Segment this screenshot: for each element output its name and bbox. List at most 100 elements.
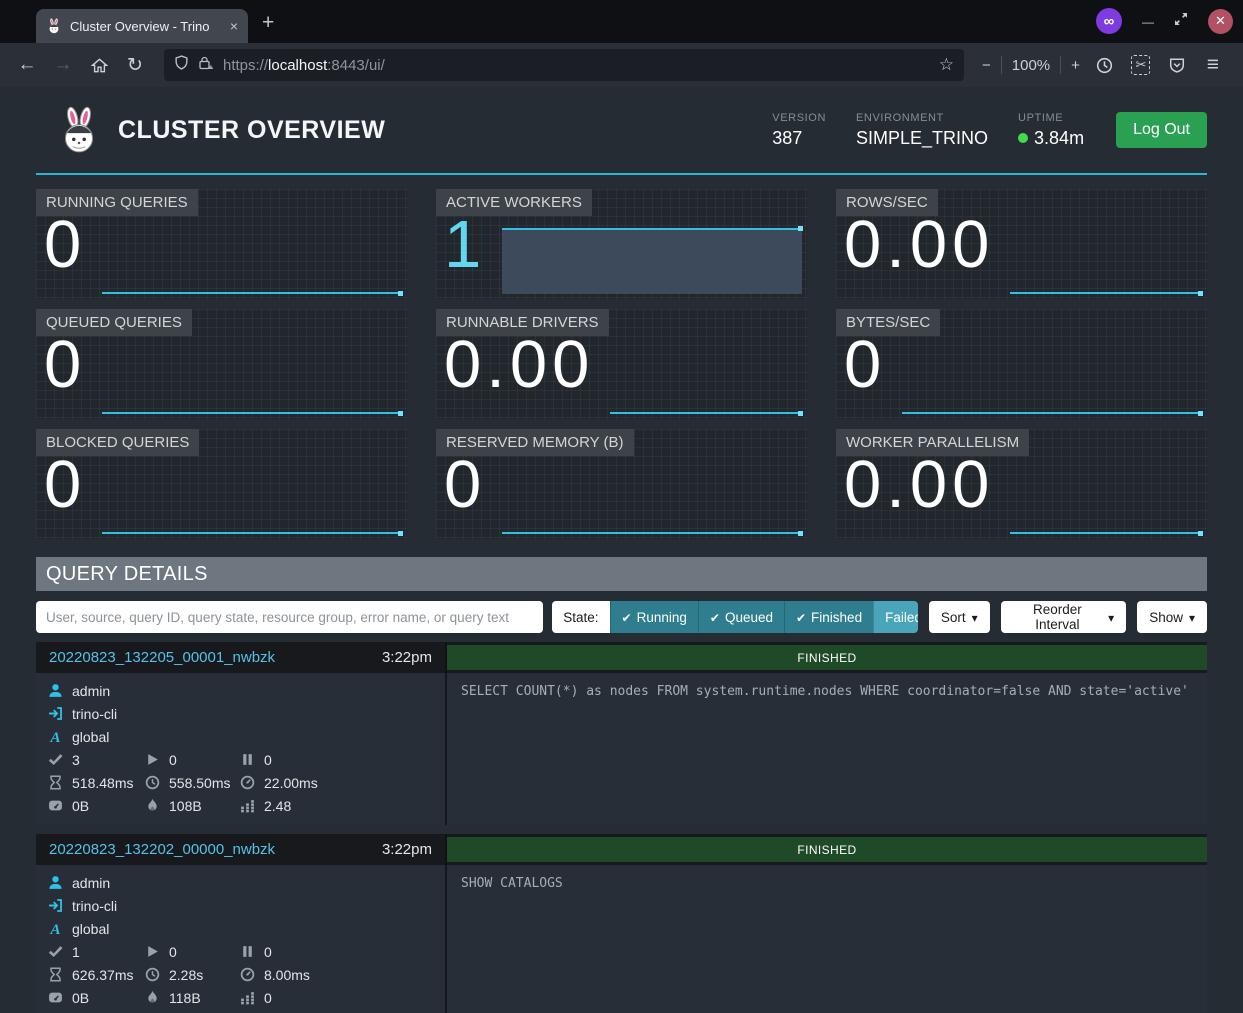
query-stat-splits_completed: 3: [48, 748, 145, 771]
trino-favicon: [46, 18, 62, 34]
query-sql-text: SELECT COUNT(*) as nodes FROM system.run…: [447, 673, 1207, 825]
state-filter-group: State: RunningQueuedFinishedFailed: [552, 601, 918, 633]
svg-text:A: A: [49, 922, 60, 936]
version-value: 387: [772, 128, 826, 149]
browser-navbar: https://localhost:8443/ui/ 100%: [0, 43, 1243, 87]
bookmark-star-icon[interactable]: [939, 55, 954, 75]
private-browsing-icon: [1096, 8, 1122, 34]
stat-tile-label: RESERVED MEMORY (B): [436, 429, 634, 456]
state-label: State:: [552, 601, 609, 633]
query-resource_group: Aglobal: [48, 725, 433, 748]
zoom-level[interactable]: 100%: [1012, 57, 1050, 74]
version-block: VERSION 387: [772, 112, 826, 149]
stat-tile: RUNNING QUERIES 0: [36, 189, 407, 299]
memory-icon: [48, 798, 63, 813]
clock-icon: [145, 775, 160, 790]
stat-tile: BLOCKED QUERIES 0: [36, 429, 407, 539]
close-button[interactable]: [1208, 9, 1233, 34]
query-stat-elapsed_time: 558.50ms: [145, 771, 240, 794]
play-icon: [145, 752, 160, 767]
sparkline: [1010, 431, 1202, 537]
pause-icon: [240, 752, 255, 767]
gauge-icon: [240, 967, 255, 982]
stat-tiles-grid: RUNNING QUERIES 0 ACTIVE WORKERS 1 ROWS/…: [36, 189, 1207, 539]
stat-tile-label: RUNNABLE DRIVERS: [436, 309, 609, 336]
query-user: admin: [48, 679, 433, 702]
uptime-status-dot: [1018, 133, 1028, 143]
stat-tile-label: ACTIVE WORKERS: [436, 189, 592, 216]
filter-queued-button[interactable]: Queued: [698, 601, 784, 633]
query-source: trino-cli: [48, 702, 433, 725]
new-tab-button[interactable]: [262, 12, 274, 33]
menu-button[interactable]: [1198, 50, 1228, 80]
filter-running-button[interactable]: Running: [610, 601, 698, 633]
uptime-value: 3.84m: [1034, 128, 1084, 149]
filter-failed-button[interactable]: Failed: [873, 601, 918, 633]
query-details-header: QUERY DETAILS: [36, 557, 1207, 591]
sparkline: [902, 311, 1202, 417]
query-stat-queued_time: 518.48ms: [48, 771, 145, 794]
resource-group-icon: A: [48, 921, 63, 936]
search-input[interactable]: [36, 601, 543, 633]
stat-tile: BYTES/SEC 0: [836, 309, 1207, 419]
tab-close-icon[interactable]: [230, 18, 238, 34]
query-stat-cpu_time: 8.00ms: [240, 963, 433, 986]
stat-tile: WORKER PARALLELISM 0.00: [836, 429, 1207, 539]
query-toolbar: State: RunningQueuedFinishedFailed Sort …: [36, 601, 1207, 633]
maximize-button[interactable]: [1174, 12, 1188, 31]
sparkline: [1010, 191, 1202, 297]
query-stat-splits_running: 0: [145, 940, 240, 963]
query-stat-splits_queued: 0: [240, 940, 433, 963]
protections-badge-icon[interactable]: [1162, 50, 1192, 80]
lock-warning-icon[interactable]: [198, 55, 214, 75]
play-icon: [145, 944, 160, 959]
reload-button[interactable]: [120, 50, 150, 80]
query-stat-memory: 0B: [48, 794, 145, 817]
query-stat-splits_running: 0: [145, 748, 240, 771]
chevron-down-icon: [1189, 610, 1195, 625]
browser-tab[interactable]: Cluster Overview - Trino: [36, 9, 248, 43]
svg-text:A: A: [49, 730, 60, 744]
memory-icon: [48, 990, 63, 1005]
query-stat-cumulative_memory: 108B: [145, 794, 240, 817]
query-stat-queued_time: 626.37ms: [48, 963, 145, 986]
shield-icon[interactable]: [174, 55, 189, 75]
tab-title: Cluster Overview - Trino: [70, 19, 222, 34]
screenshot-icon[interactable]: [1126, 50, 1156, 80]
page-title: CLUSTER OVERVIEW: [118, 116, 385, 145]
trino-page: CLUSTER OVERVIEW VERSION 387 ENVIRONMENT…: [0, 87, 1243, 1013]
query-stat-memory: 0B: [48, 986, 145, 1009]
address-bar[interactable]: https://localhost:8443/ui/: [164, 49, 964, 81]
query-id-link[interactable]: 20220823_132202_00000_nwbzk: [49, 841, 275, 858]
home-button[interactable]: [84, 50, 114, 80]
flame-icon: [145, 990, 160, 1005]
reorder-interval-button[interactable]: Reorder Interval: [1001, 601, 1127, 633]
query-list: 20220823_132205_00001_nwbzk 3:22pm FINIS…: [36, 642, 1207, 1013]
zoom-in-button[interactable]: [1071, 57, 1080, 74]
back-button[interactable]: [12, 50, 42, 80]
zoom-out-button[interactable]: [982, 57, 991, 74]
query-stat-elapsed_time: 2.28s: [145, 963, 240, 986]
chevron-down-icon: [972, 610, 978, 625]
check-icon: [48, 752, 63, 767]
minimize-button[interactable]: [1142, 13, 1154, 30]
query-stat-splits_completed: 1: [48, 940, 145, 963]
sparkline: [610, 311, 802, 417]
stat-tile-label: ROWS/SEC: [836, 189, 938, 216]
forward-button[interactable]: [48, 50, 78, 80]
stat-tile: ROWS/SEC 0.00: [836, 189, 1207, 299]
sort-button[interactable]: Sort: [929, 601, 990, 633]
uptime-label: UPTIME: [1018, 112, 1084, 124]
stat-tile: ACTIVE WORKERS 1: [436, 189, 807, 299]
history-clock-icon[interactable]: [1090, 50, 1120, 80]
checkmark-icon: [796, 610, 806, 625]
filter-finished-button[interactable]: Finished: [784, 601, 873, 633]
show-button[interactable]: Show: [1137, 601, 1207, 633]
check-icon: [48, 944, 63, 959]
environment-label: ENVIRONMENT: [856, 112, 988, 124]
flame-icon: [145, 798, 160, 813]
query-id-link[interactable]: 20220823_132205_00001_nwbzk: [49, 649, 275, 666]
query-status-banner: FINISHED: [447, 837, 1207, 862]
logout-button[interactable]: Log Out: [1116, 112, 1207, 148]
query-card: 20220823_132205_00001_nwbzk 3:22pm FINIS…: [36, 642, 1207, 825]
